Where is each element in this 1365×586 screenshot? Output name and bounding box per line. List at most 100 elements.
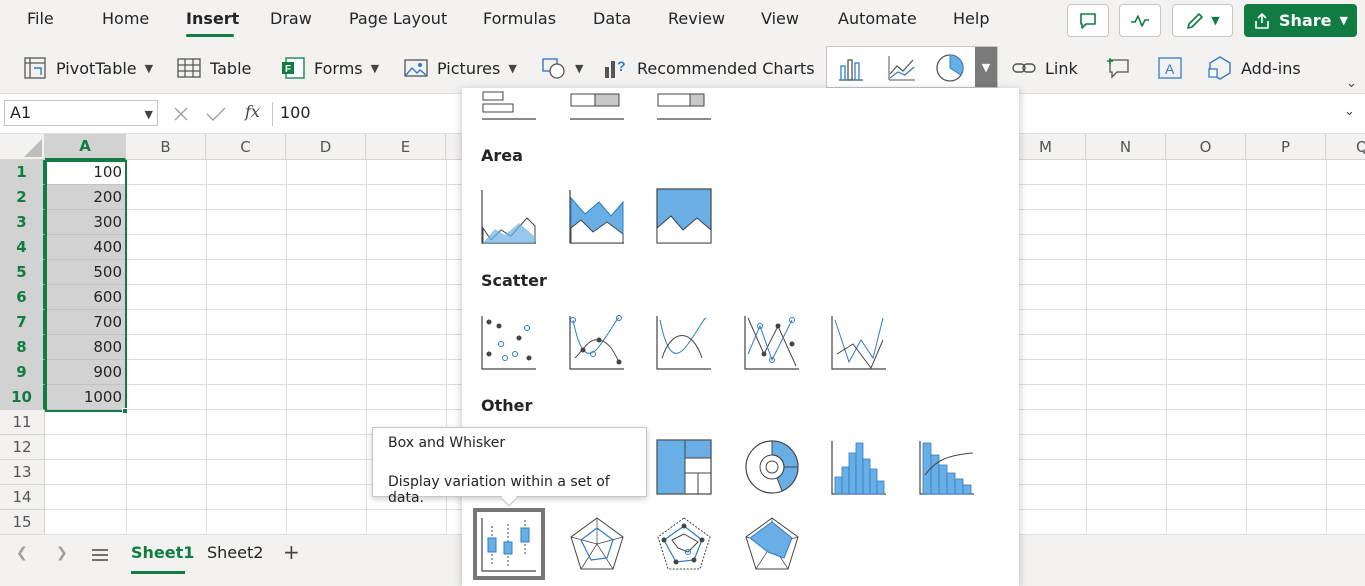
share-button[interactable]: Share ▼ bbox=[1244, 4, 1357, 37]
cell-a1[interactable]: 100 bbox=[46, 160, 126, 185]
next-sheet-icon[interactable]: ❯ bbox=[56, 545, 68, 561]
row-header-6[interactable]: 6 bbox=[0, 285, 45, 310]
sheet-tab-sheet2[interactable]: Sheet2 bbox=[207, 543, 263, 562]
row-header-2[interactable]: 2 bbox=[0, 185, 45, 210]
box-and-whisker-chart-icon bbox=[481, 518, 536, 572]
column-header-c[interactable]: C bbox=[206, 134, 286, 160]
percent-area-chart-option[interactable] bbox=[656, 188, 712, 244]
row-header-10[interactable]: 10 bbox=[0, 385, 45, 410]
stacked-area-chart-option[interactable] bbox=[569, 188, 625, 244]
menu-tab-formulas[interactable]: Formulas bbox=[483, 9, 556, 28]
menu-tab-file[interactable]: File bbox=[27, 9, 54, 28]
menu-tab-help[interactable]: Help bbox=[953, 9, 989, 28]
row-header-7[interactable]: 7 bbox=[0, 310, 45, 335]
comments-button[interactable] bbox=[1067, 4, 1109, 37]
link-button[interactable]: Link bbox=[1011, 54, 1078, 82]
cell-a7[interactable]: 700 bbox=[46, 310, 126, 335]
column-header-d[interactable]: D bbox=[286, 134, 366, 160]
row-header-3[interactable]: 3 bbox=[0, 210, 45, 235]
formula-expand-icon[interactable]: ⌄ bbox=[1344, 104, 1355, 119]
menu-tab-draw[interactable]: Draw bbox=[270, 9, 312, 28]
column-header-a[interactable]: A bbox=[45, 134, 126, 160]
cell-a5[interactable]: 500 bbox=[46, 260, 126, 285]
cell-a8[interactable]: 800 bbox=[46, 335, 126, 360]
line-chart-icon[interactable] bbox=[887, 54, 917, 82]
fill-handle[interactable] bbox=[122, 408, 128, 414]
treemap-chart-option[interactable] bbox=[656, 439, 712, 495]
menu-tab-insert[interactable]: Insert bbox=[186, 9, 239, 28]
stacked-bar-chart-option[interactable] bbox=[481, 88, 537, 120]
pareto-chart-option[interactable] bbox=[919, 439, 975, 495]
shapes-button[interactable]: ▼ bbox=[541, 54, 583, 82]
editing-mode-button[interactable]: ▼ bbox=[1172, 4, 1233, 37]
row-header-12[interactable]: 12 bbox=[0, 435, 45, 460]
scatter-smooth-markers-option[interactable] bbox=[569, 314, 625, 370]
scatter-chart-option[interactable] bbox=[481, 314, 537, 370]
scatter-smooth-lines-option[interactable] bbox=[656, 314, 712, 370]
row-header-13[interactable]: 13 bbox=[0, 460, 45, 485]
row-header-15[interactable]: 15 bbox=[0, 510, 45, 534]
sheet-tab-sheet1[interactable]: Sheet1 bbox=[131, 543, 194, 562]
pivottable-button[interactable]: PivotTable ▼ bbox=[22, 54, 153, 82]
cell-a4[interactable]: 400 bbox=[46, 235, 126, 260]
column-header-p[interactable]: P bbox=[1246, 134, 1326, 160]
add-sheet-button[interactable]: + bbox=[283, 540, 300, 564]
all-sheets-icon[interactable] bbox=[91, 548, 109, 562]
box-and-whisker-chart-option[interactable] bbox=[473, 508, 545, 580]
column-header-o[interactable]: O bbox=[1166, 134, 1246, 160]
row-header-14[interactable]: 14 bbox=[0, 485, 45, 510]
cell-a3[interactable]: 300 bbox=[46, 210, 126, 235]
menu-tab-review[interactable]: Review bbox=[668, 9, 725, 28]
stacked-bar-chart-option-2[interactable] bbox=[569, 88, 625, 120]
formula-input[interactable]: 100 bbox=[280, 103, 311, 122]
cell-a6[interactable]: 600 bbox=[46, 285, 126, 310]
ribbon-expand-icon[interactable]: ⌄ bbox=[1346, 76, 1357, 91]
radar-chart-option[interactable] bbox=[569, 516, 625, 572]
histogram-chart-option[interactable] bbox=[831, 439, 887, 495]
radar-markers-chart-option[interactable] bbox=[656, 516, 712, 572]
previous-sheet-icon[interactable]: ❮ bbox=[16, 545, 28, 561]
scatter-straight-markers-option[interactable] bbox=[744, 314, 800, 370]
menu-tab-data[interactable]: Data bbox=[593, 9, 631, 28]
enter-icon[interactable] bbox=[205, 105, 227, 123]
name-box[interactable]: A1 ▼ bbox=[4, 100, 158, 126]
more-charts-dropdown[interactable]: ▼ bbox=[975, 47, 997, 87]
filled-radar-chart-option[interactable] bbox=[744, 516, 800, 572]
pictures-button[interactable]: Pictures ▼ bbox=[403, 54, 517, 82]
recommended-charts-button[interactable]: ? Recommended Charts bbox=[603, 54, 815, 82]
percent-bar-chart-icon bbox=[657, 93, 711, 120]
row-header-5[interactable]: 5 bbox=[0, 260, 45, 285]
menu-tab-home[interactable]: Home bbox=[102, 9, 149, 28]
activity-button[interactable] bbox=[1119, 4, 1161, 37]
insert-function-icon[interactable]: fx bbox=[245, 102, 260, 121]
forms-button[interactable]: F Forms ▼ bbox=[280, 54, 379, 82]
scatter-straight-lines-option[interactable] bbox=[831, 314, 887, 370]
menu-tab-view[interactable]: View bbox=[761, 9, 799, 28]
column-header-q[interactable]: Q bbox=[1326, 134, 1365, 160]
area-chart-option[interactable] bbox=[481, 188, 537, 244]
row-header-1[interactable]: 1 bbox=[0, 160, 45, 185]
column-header-n[interactable]: N bbox=[1086, 134, 1166, 160]
table-button[interactable]: Table bbox=[176, 54, 251, 82]
column-chart-icon[interactable] bbox=[837, 54, 865, 82]
column-header-b[interactable]: B bbox=[126, 134, 206, 160]
select-all-corner[interactable] bbox=[0, 134, 45, 160]
column-header-e[interactable]: E bbox=[366, 134, 446, 160]
cancel-icon[interactable] bbox=[172, 105, 190, 123]
active-tab-indicator bbox=[186, 34, 234, 37]
percent-bar-chart-option[interactable] bbox=[656, 88, 712, 120]
row-header-9[interactable]: 9 bbox=[0, 360, 45, 385]
cell-a9[interactable]: 900 bbox=[46, 360, 126, 385]
menu-tab-automate[interactable]: Automate bbox=[838, 9, 917, 28]
text-box-icon[interactable]: A bbox=[1157, 56, 1183, 80]
pie-chart-icon[interactable] bbox=[935, 53, 965, 83]
new-comment-icon[interactable] bbox=[1106, 56, 1132, 80]
sunburst-chart-option[interactable] bbox=[744, 439, 800, 495]
addins-button[interactable]: Add-ins bbox=[1207, 54, 1301, 82]
row-header-4[interactable]: 4 bbox=[0, 235, 45, 260]
menu-tab-page-layout[interactable]: Page Layout bbox=[349, 9, 447, 28]
cell-a2[interactable]: 200 bbox=[46, 185, 126, 210]
row-header-8[interactable]: 8 bbox=[0, 335, 45, 360]
cell-a10[interactable]: 1000 bbox=[46, 385, 126, 410]
row-header-11[interactable]: 11 bbox=[0, 410, 45, 435]
